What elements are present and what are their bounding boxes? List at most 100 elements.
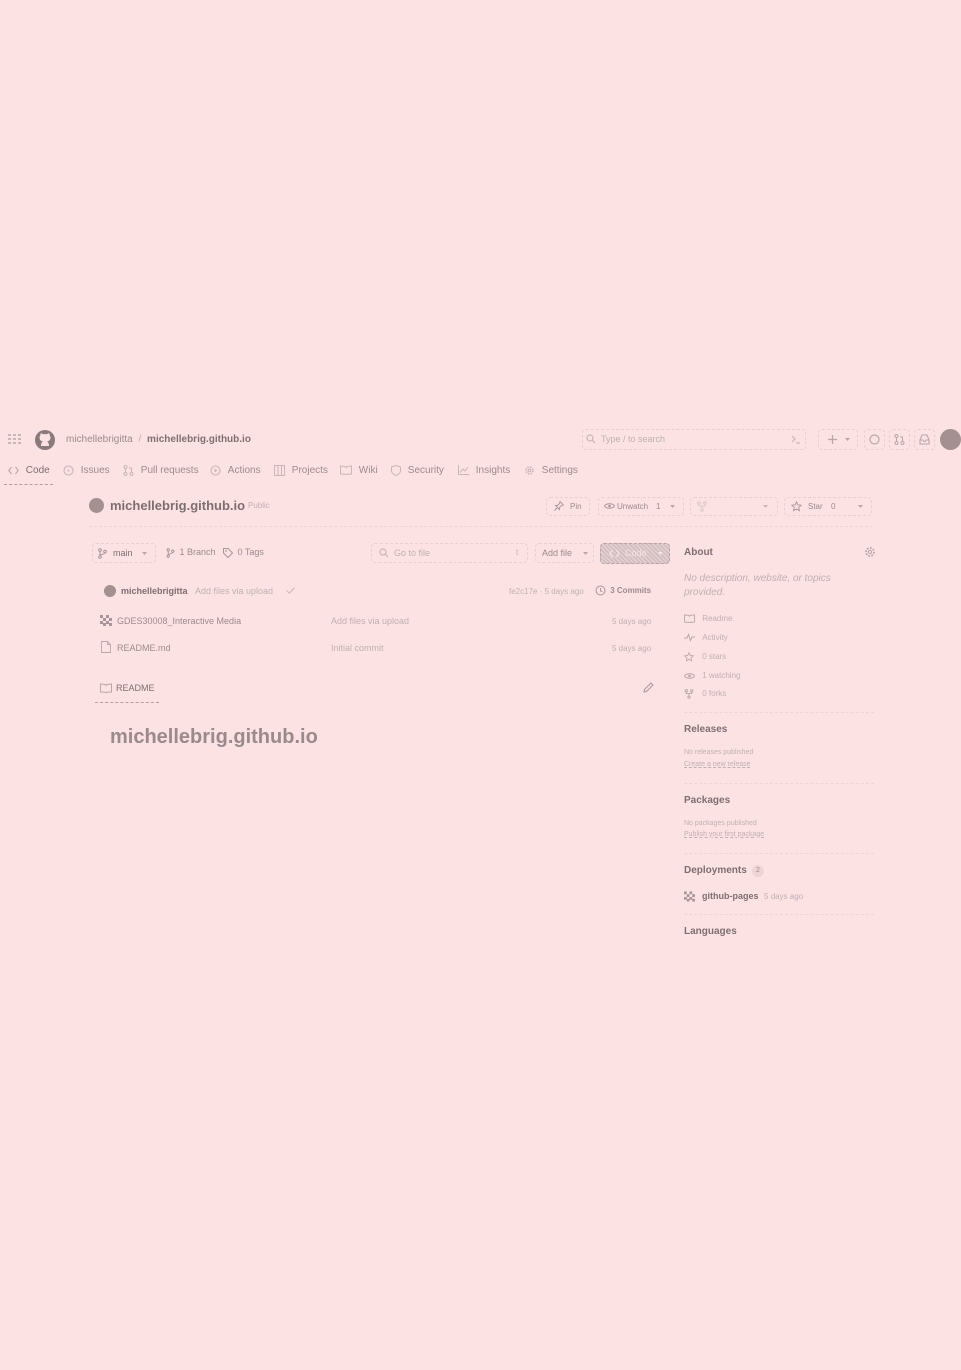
chevron-down-icon <box>858 505 863 508</box>
create-release-link[interactable]: Create a new release <box>684 761 751 768</box>
code-button[interactable]: Code <box>600 543 670 564</box>
about-activity-link[interactable]: Activity <box>684 633 728 643</box>
unwatch-button[interactable]: Unwatch 1 <box>598 497 684 516</box>
about-item-label: 0 stars <box>702 652 727 662</box>
tab-label: Actions <box>227 465 261 477</box>
table-icon <box>274 465 285 476</box>
book-icon <box>684 614 695 624</box>
about-title: About <box>684 547 713 558</box>
repo-owner-avatar <box>89 498 104 513</box>
inbox-button[interactable] <box>914 429 935 450</box>
divider <box>684 914 874 915</box>
fork-icon <box>697 501 707 512</box>
create-new-button[interactable] <box>818 429 858 450</box>
file-name-link[interactable]: GDES30008_Interactive Media <box>117 616 241 626</box>
commits-link[interactable]: 3 Commits <box>595 585 651 596</box>
add-file-button[interactable]: Add file <box>535 543 594 563</box>
deployments-title[interactable]: Deployments <box>684 865 747 876</box>
commit-hash-time[interactable]: fe2c17e · 5 days ago <box>509 587 584 596</box>
commits-count: 3 Commits <box>610 585 652 595</box>
branch-label: main <box>113 548 133 558</box>
repo-name[interactable]: michellebrig.github.io <box>110 498 245 513</box>
star-icon <box>684 652 694 662</box>
chevron-down-icon <box>142 552 147 555</box>
tab-insights[interactable]: Insights <box>458 465 510 476</box>
command-palette-icon[interactable] <box>791 435 801 444</box>
tab-projects[interactable]: Projects <box>274 465 328 476</box>
commit-author[interactable]: michellebrigitta <box>121 586 188 596</box>
search-icon <box>379 548 389 558</box>
branches-count: 1 Branch <box>179 547 216 557</box>
file-time: 5 days ago <box>612 617 652 626</box>
tab-code[interactable]: Code <box>8 465 50 476</box>
repo-tabs: Code Issues Pull requests Actions Projec… <box>0 462 961 486</box>
tab-label: Insights <box>475 465 511 476</box>
deployments-count: 2 <box>752 865 764 877</box>
chevron-down-icon <box>670 505 675 508</box>
menu-icon[interactable] <box>8 433 21 445</box>
tab-label: Wiki <box>358 465 378 476</box>
tab-wiki[interactable]: Wiki <box>340 465 378 476</box>
deployment-item[interactable]: github-pages 5 days ago <box>702 891 803 901</box>
branches-link[interactable]: 1 Branch <box>166 547 216 558</box>
watch-count: 1 <box>656 502 661 511</box>
play-icon <box>210 465 221 476</box>
pulse-icon <box>684 633 695 643</box>
tags-link[interactable]: 0 Tags <box>223 547 264 558</box>
commit-author-avatar <box>104 585 116 597</box>
packages-title[interactable]: Packages <box>684 795 730 806</box>
about-readme-link[interactable]: Readme <box>684 614 733 624</box>
tab-settings[interactable]: Settings <box>524 465 578 476</box>
code-button-label: Code <box>625 548 647 558</box>
tab-actions[interactable]: Actions <box>210 465 261 476</box>
pull-request-icon <box>123 465 134 476</box>
eye-icon <box>684 672 695 680</box>
pin-button[interactable]: Pin <box>546 497 590 516</box>
releases-title[interactable]: Releases <box>684 724 727 735</box>
about-stars-link[interactable]: 0 stars <box>684 652 726 662</box>
deployment-env: github-pages <box>702 891 759 901</box>
owner-link[interactable]: michellebrigitta <box>66 434 133 445</box>
repo-link[interactable]: michellebrig.github.io <box>147 434 251 445</box>
avatar[interactable] <box>940 429 961 450</box>
file-commit-message[interactable]: Initial commit <box>331 643 384 653</box>
visibility-badge: Public <box>248 501 270 510</box>
tab-security[interactable]: Security <box>391 465 444 476</box>
branch-icon <box>98 548 107 559</box>
packages-empty: No packages published <box>684 820 757 827</box>
github-logo-icon[interactable] <box>34 429 56 451</box>
search-input[interactable]: Type / to search <box>582 429 806 450</box>
go-to-file-input[interactable]: Go to file t <box>371 543 528 563</box>
tab-label: Security <box>407 465 444 477</box>
about-watching-link[interactable]: 1 watching <box>684 671 740 680</box>
check-icon <box>286 587 295 594</box>
divider <box>89 526 873 527</box>
gear-icon <box>524 465 535 476</box>
divider <box>684 853 874 854</box>
issues-nav-button[interactable] <box>864 429 885 450</box>
commit-message[interactable]: Add files via upload <box>195 586 273 596</box>
gear-icon[interactable] <box>864 546 876 558</box>
code-icon <box>8 466 19 475</box>
about-forks-link[interactable]: 0 forks <box>684 689 726 699</box>
active-tab-underline <box>4 484 53 485</box>
chevron-down-icon <box>658 552 663 555</box>
fork-button[interactable] <box>690 497 778 516</box>
pull-requests-nav-button[interactable] <box>889 429 910 450</box>
history-icon <box>595 585 606 596</box>
divider <box>684 783 874 784</box>
pin-icon <box>554 501 564 511</box>
pull-request-icon <box>894 434 905 445</box>
file-name-link[interactable]: README.md <box>117 643 171 653</box>
fork-icon <box>684 689 694 699</box>
star-button[interactable]: Star 0 <box>784 497 872 516</box>
tab-issues[interactable]: Issues <box>63 465 110 476</box>
plus-icon <box>828 435 837 444</box>
branch-select[interactable]: main <box>92 543 156 563</box>
publish-package-link[interactable]: Publish your first package <box>684 831 764 838</box>
about-item-label: Readme <box>702 614 733 623</box>
pencil-icon[interactable] <box>643 682 654 693</box>
file-commit-message[interactable]: Add files via upload <box>331 616 409 626</box>
readme-tab[interactable]: README <box>116 683 155 693</box>
tab-pull-requests[interactable]: Pull requests <box>123 465 199 476</box>
